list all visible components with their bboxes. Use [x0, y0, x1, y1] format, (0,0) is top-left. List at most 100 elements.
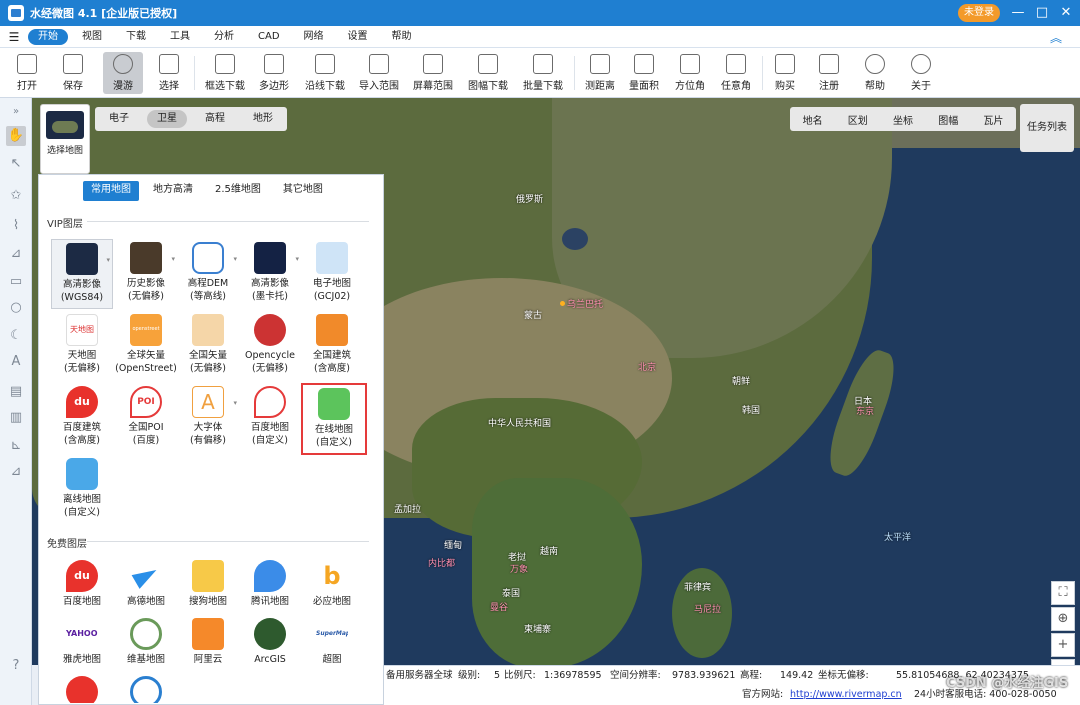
layer-more-free[interactable] [51, 673, 113, 703]
help-icon[interactable]: ? [6, 656, 26, 676]
polygon-button[interactable]: 多边形 [256, 52, 292, 94]
text-icon[interactable]: A [6, 352, 26, 372]
layer-big-font[interactable]: A 大字体 (有偏移) ▾ [177, 383, 239, 453]
rectangle-icon[interactable]: ▭ [6, 272, 26, 292]
layer-tencent-free[interactable]: 腾讯地图 [239, 557, 301, 613]
menu-help[interactable]: 帮助 [382, 29, 422, 45]
locate-icon[interactable]: ⊕ [1051, 607, 1075, 631]
hamburger-icon[interactable]: ☰ [4, 30, 24, 44]
layer-wiki-free[interactable]: 维基地图 [115, 615, 177, 671]
about-button[interactable]: 关于 [906, 52, 936, 94]
chevron-down-icon[interactable]: ▾ [171, 253, 175, 266]
ruler-icon[interactable]: ▤ [6, 382, 26, 402]
measure-distance-button[interactable]: 测距离 [582, 52, 618, 94]
tab-common-maps[interactable]: 常用地图 [83, 181, 139, 201]
save-button[interactable]: 保存 [56, 52, 90, 94]
choose-map-button[interactable]: 选择地图 [40, 104, 90, 174]
layer-baidu-buildings[interactable]: du 百度建筑 (含高度) [51, 383, 113, 453]
tab-terrain[interactable]: 地形 [243, 110, 283, 128]
layer-baidu-custom[interactable]: 百度地图 (自定义) [239, 383, 301, 453]
layer-openstreet[interactable]: openstreet 全球矢量 (OpenStreet) [115, 311, 177, 381]
menu-download[interactable]: 下载 [116, 29, 156, 45]
zoom-in-icon[interactable]: + [1051, 633, 1075, 657]
layer-dem[interactable]: 高程DEM (等高线) ▾ [177, 239, 239, 309]
menu-settings[interactable]: 设置 [338, 29, 378, 45]
box-download-button[interactable]: 框选下载 [202, 52, 248, 94]
layer-opencycle[interactable]: Opencycle (无偏移) [239, 311, 301, 381]
layer-offline-custom[interactable]: 离线地图 (自定义) [51, 455, 113, 525]
tab-coordinates[interactable]: 坐标 [880, 112, 925, 127]
menu-view[interactable]: 视图 [72, 29, 112, 45]
layer-bing-free[interactable]: b 必应地图 [301, 557, 363, 613]
any-angle-button[interactable]: 任意角 [718, 52, 754, 94]
minimize-icon[interactable]: — [1008, 2, 1028, 24]
fullscreen-icon[interactable]: ⛶ [1051, 581, 1075, 605]
angle-icon[interactable]: ⊿ [6, 462, 26, 482]
menu-start[interactable]: 开始 [28, 28, 68, 45]
layer-baidu-free[interactable]: du 百度地图 [51, 557, 113, 613]
tab-electronic[interactable]: 电子 [99, 110, 139, 128]
hand-icon[interactable]: ✋ [6, 126, 26, 146]
layer-national-poi[interactable]: POI 全国POI (百度) [115, 383, 177, 453]
menu-tools[interactable]: 工具 [160, 29, 200, 45]
screen-range-button[interactable]: 屏幕范围 [410, 52, 456, 94]
batch-download-button[interactable]: 批量下载 [520, 52, 566, 94]
azimuth-icon[interactable]: ⊾ [6, 436, 26, 456]
layer-hd-imagery-mercator[interactable]: 高清影像 (墨卡托) ▾ [239, 239, 301, 309]
website-link[interactable]: http://www.rivermap.cn [790, 685, 902, 705]
layer-online-custom[interactable]: 在线地图 (自定义) [301, 383, 367, 455]
polyline-icon[interactable]: ⌇ [6, 216, 26, 236]
register-button[interactable]: 注册 [814, 52, 844, 94]
layer-tianditu[interactable]: 天地图 天地图 (无偏移) [51, 311, 113, 381]
tab-tiles[interactable]: 瓦片 [971, 112, 1016, 127]
area-icon[interactable]: ▥ [6, 408, 26, 428]
layer-historical-imagery[interactable]: 历史影像 (无偏移) ▾ [115, 239, 177, 309]
sheet-download-button[interactable]: 图幅下载 [464, 52, 512, 94]
line-download-button[interactable]: 沿线下载 [302, 52, 348, 94]
chevron-down-icon[interactable]: ▾ [106, 254, 110, 267]
open-button[interactable]: 打开 [10, 52, 44, 94]
cursor-icon[interactable]: ↖ [6, 154, 26, 174]
layer-national-buildings[interactable]: 全国建筑 (含高度) [301, 311, 363, 381]
purchase-button[interactable]: 购买 [770, 52, 800, 94]
layer-national-vector[interactable]: 全国矢量 (无偏移) [177, 311, 239, 381]
circle-icon[interactable]: ○ [6, 298, 26, 318]
help-button[interactable]: 帮助 [860, 52, 890, 94]
collapse-ribbon-icon[interactable]: ︽ [1050, 29, 1062, 46]
layer-electronic-gcj02[interactable]: 电子地图 (GCJ02) [301, 239, 363, 309]
tab-elevation[interactable]: 高程 [195, 110, 235, 128]
chevron-down-icon[interactable]: ▾ [233, 397, 237, 410]
pan-button[interactable]: 漫游 [103, 52, 143, 94]
layer-more-free[interactable] [115, 673, 177, 703]
tab-25d-maps[interactable]: 2.5维地图 [207, 181, 269, 201]
maximize-icon[interactable]: □ [1032, 2, 1052, 24]
tab-regions[interactable]: 区划 [835, 112, 880, 127]
tab-satellite[interactable]: 卫星 [147, 110, 187, 128]
layer-arcgis-free[interactable]: ArcGIS [239, 615, 301, 671]
crescent-icon[interactable]: ☾ [6, 326, 26, 346]
import-range-button[interactable]: 导入范围 [356, 52, 402, 94]
layer-supermap-free[interactable]: SuperMap 超图 [301, 615, 363, 671]
layer-yahoo-free[interactable]: YAHOO! 雅虎地图 [51, 615, 113, 671]
task-list-button[interactable]: 任务列表 [1020, 104, 1074, 152]
close-icon[interactable]: ✕ [1056, 2, 1076, 24]
layer-sogou-free[interactable]: 搜狗地图 [177, 557, 239, 613]
layer-hd-imagery-wgs84[interactable]: 高清影像 (WGS84) ▾ [51, 239, 113, 309]
expand-icon[interactable]: » [6, 102, 26, 122]
tab-other-maps[interactable]: 其它地图 [275, 181, 331, 201]
menu-cad[interactable]: CAD [248, 29, 290, 45]
chart-line-icon[interactable]: ⊿ [6, 244, 26, 264]
select-button[interactable]: 选择 [152, 52, 186, 94]
azimuth-button[interactable]: 方位角 [672, 52, 708, 94]
menu-network[interactable]: 网络 [294, 29, 334, 45]
chevron-down-icon[interactable]: ▾ [233, 253, 237, 266]
tab-local-hd[interactable]: 地方高清 [145, 181, 201, 201]
tab-place-names[interactable]: 地名 [790, 112, 835, 127]
layer-amap-free[interactable]: 高德地图 [115, 557, 177, 613]
layer-aliyun-free[interactable]: 阿里云 [177, 615, 239, 671]
login-button[interactable]: 未登录 [958, 4, 1000, 22]
menu-analysis[interactable]: 分析 [204, 29, 244, 45]
tab-sheets[interactable]: 图幅 [926, 112, 971, 127]
measure-area-button[interactable]: 量面积 [626, 52, 662, 94]
star-polygon-icon[interactable]: ✩ [6, 186, 26, 206]
